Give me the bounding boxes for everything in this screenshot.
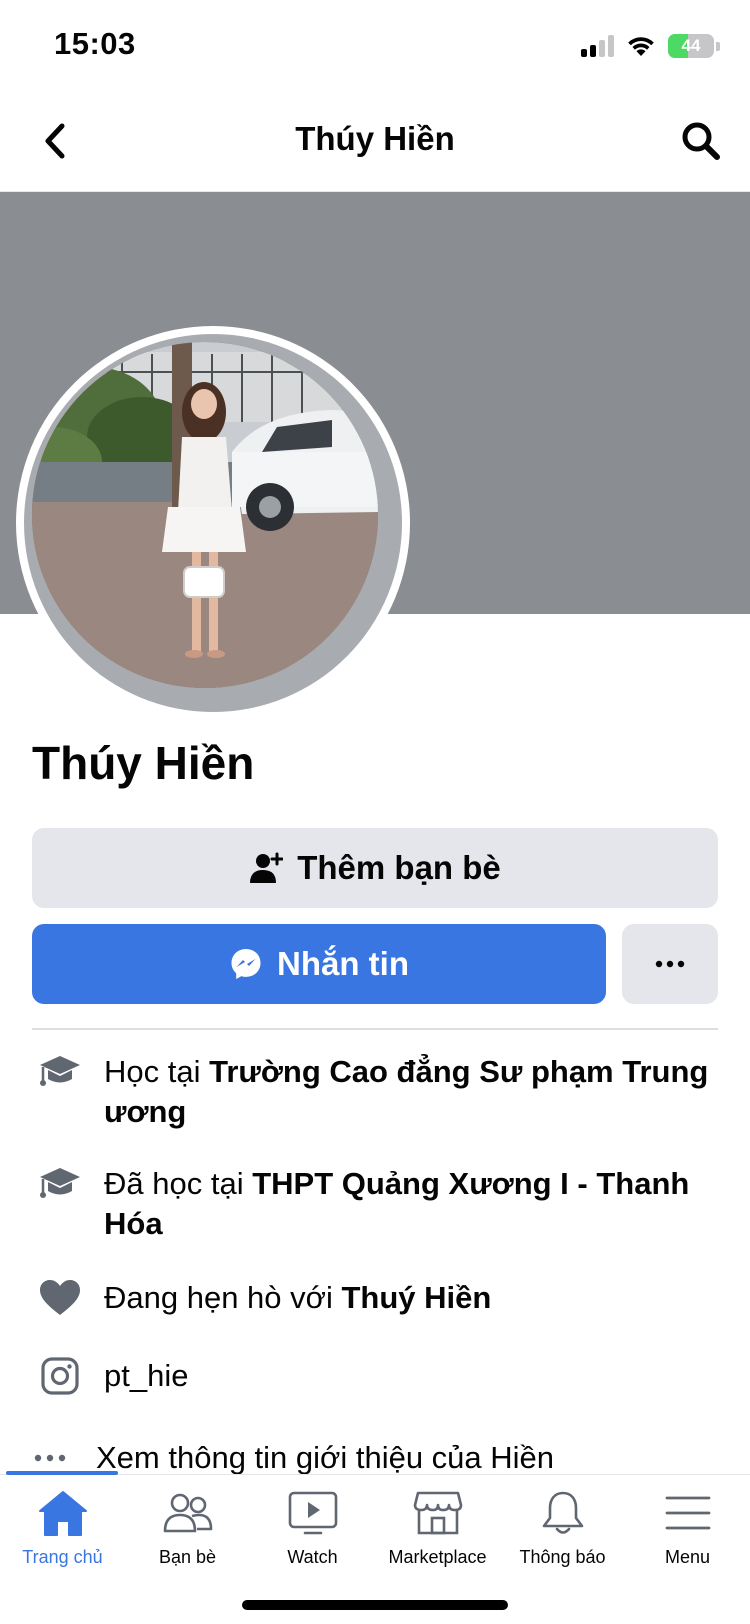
header-title: Thúy Hiền	[295, 120, 455, 157]
intro-text: Học tại Trường Cao đẳng Sư phạm Trung ươ…	[104, 1052, 718, 1132]
divider	[32, 1028, 718, 1030]
instagram-icon	[32, 1356, 88, 1396]
messenger-icon	[231, 949, 261, 979]
intro-text: Đã học tại THPT Quảng Xương I - Thanh Hó…	[104, 1164, 718, 1244]
tab-label: Watch	[287, 1547, 338, 1567]
add-friend-icon	[250, 852, 284, 883]
intro-item-instagram: pt_hie	[32, 1356, 718, 1396]
graduation-cap-icon	[32, 1164, 88, 1204]
watch-icon	[285, 1485, 341, 1541]
tab-marketplace[interactable]: Marketplace	[375, 1485, 500, 1585]
tab-watch[interactable]: Watch	[250, 1485, 375, 1585]
profile-header: Thúy Hiền	[0, 92, 750, 192]
back-button[interactable]	[28, 114, 82, 168]
more-options-button[interactable]	[622, 924, 718, 1004]
battery-level: 44	[681, 36, 701, 55]
chevron-left-icon	[45, 123, 65, 159]
add-friend-label: Thêm bạn bè	[297, 849, 501, 886]
active-tab-indicator	[6, 1471, 118, 1475]
partner-link[interactable]: Thuý Hiền	[341, 1280, 491, 1315]
profile-picture[interactable]	[16, 326, 410, 720]
avatar-photo	[32, 342, 378, 688]
wifi-icon	[628, 37, 654, 56]
tab-label: Bạn bè	[158, 1547, 217, 1567]
tab-notifications[interactable]: Thông báo	[500, 1485, 625, 1585]
tab-menu[interactable]: Menu	[625, 1485, 750, 1585]
search-icon	[682, 122, 720, 160]
friends-icon	[160, 1485, 216, 1541]
tab-friends[interactable]: Bạn bè	[125, 1485, 250, 1585]
battery-cap	[716, 41, 720, 51]
status-time: 15:03	[54, 26, 136, 61]
intro-item-relationship: Đang hẹn hò với Thuý Hiền	[32, 1278, 718, 1318]
profile-page: 15:03 44 Thúy Hiền Thúy Hiền Thêm bạn bè…	[0, 0, 750, 1624]
tab-label: Marketplace	[388, 1547, 487, 1567]
profile-name: Thúy Hiền	[32, 737, 255, 789]
intro-text: Đang hẹn hò với Thuý Hiền	[104, 1278, 491, 1318]
tab-label: Thông báo	[519, 1547, 606, 1567]
battery-icon: 44	[668, 34, 714, 58]
intro-prefix: Học tại	[104, 1054, 210, 1089]
signal-icon	[581, 35, 614, 57]
intro-item-highschool: Đã học tại THPT Quảng Xương I - Thanh Hó…	[32, 1164, 718, 1244]
status-bar: 15:03 44	[0, 0, 750, 92]
home-icon	[35, 1485, 91, 1541]
intro-item-education: Học tại Trường Cao đẳng Sư phạm Trung ươ…	[32, 1052, 718, 1132]
message-label: Nhắn tin	[277, 945, 409, 982]
message-button[interactable]: Nhắn tin	[32, 924, 606, 1004]
more-dots-icon	[655, 960, 685, 968]
status-icons: 44	[581, 30, 720, 62]
instagram-handle[interactable]: pt_hie	[104, 1356, 188, 1396]
bell-icon	[535, 1485, 591, 1541]
home-indicator	[242, 1600, 508, 1610]
intro-prefix: Đã học tại	[104, 1166, 253, 1201]
graduation-cap-icon	[32, 1052, 88, 1092]
add-friend-button[interactable]: Thêm bạn bè	[32, 828, 718, 908]
avatar	[32, 342, 378, 688]
search-button[interactable]	[674, 114, 728, 168]
intro-prefix: Đang hẹn hò với	[104, 1280, 342, 1315]
heart-icon	[32, 1278, 88, 1318]
tab-home[interactable]: Trang chủ	[0, 1485, 125, 1585]
menu-icon	[660, 1485, 716, 1541]
tab-label: Menu	[664, 1547, 711, 1567]
see-about-label: Xem thông tin giới thiệu của Hiền	[96, 1440, 555, 1475]
marketplace-icon	[410, 1485, 466, 1541]
tab-label: Trang chủ	[22, 1547, 103, 1567]
